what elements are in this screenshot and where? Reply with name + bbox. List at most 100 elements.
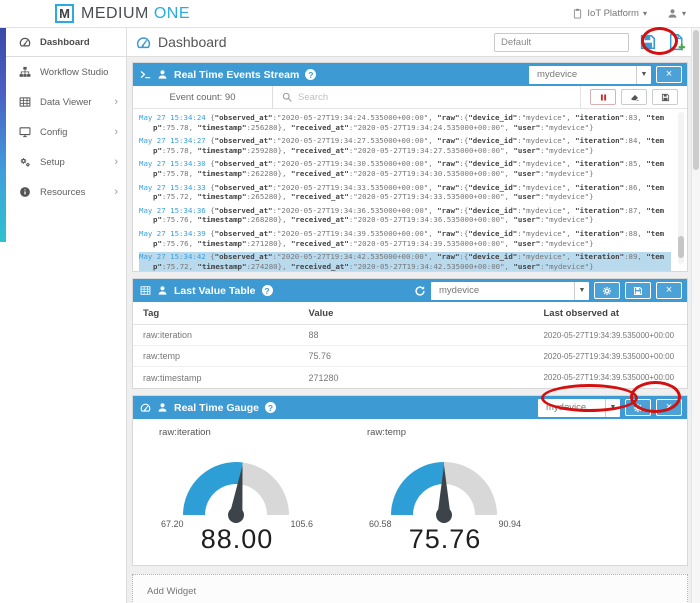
- gauge-raw-temp: raw:temp 60.58 90.94 75.76: [367, 427, 523, 555]
- search-input[interactable]: [298, 91, 571, 103]
- sidebar-item-label: Data Viewer: [40, 96, 92, 108]
- help-icon[interactable]: ?: [305, 69, 317, 80]
- caret-down-icon: ▼: [636, 65, 651, 84]
- log-timestamp: May 27 15:34:36: [139, 205, 206, 215]
- page-scrollbar-thumb[interactable]: [693, 30, 699, 170]
- user-icon: [157, 402, 168, 413]
- sidebar-item-label: Workflow Studio: [40, 66, 109, 78]
- platform-label: IoT Platform: [587, 8, 639, 19]
- close-panel-button[interactable]: ×: [656, 282, 682, 299]
- sidebar-item-label: Resources: [40, 186, 86, 198]
- gauge-max: 105.6: [290, 519, 313, 529]
- table-row[interactable]: raw:temp 75.76 2020-05-27T19:34:39.53500…: [133, 346, 687, 367]
- brand-bar: M MEDIUM ONE IoT Platform ▾ ▾: [0, 0, 700, 28]
- device-select[interactable]: mydevice ▼: [538, 398, 620, 417]
- gauge-max: 90.94: [498, 519, 521, 529]
- save-icon: [661, 93, 670, 102]
- help-icon[interactable]: ?: [261, 285, 273, 296]
- gauge-label: raw:temp: [367, 427, 407, 438]
- caret-down-icon: ▾: [642, 9, 647, 18]
- user-icon: [667, 8, 678, 19]
- sidebar-item-dashboard[interactable]: Dashboard: [0, 28, 126, 57]
- pause-stream-button[interactable]: [590, 89, 616, 105]
- add-widget-label: Add Widget: [147, 586, 197, 597]
- table-row[interactable]: raw:iteration 88 2020-05-27T19:34:39.535…: [133, 325, 687, 346]
- device-select[interactable]: mydevice ▼: [431, 281, 589, 300]
- sidebar: Dashboard Workflow Studio Data Viewer › …: [0, 28, 127, 603]
- brand-name-accent: ONE: [153, 4, 191, 22]
- log-entry[interactable]: May 27 15:34:24 {"observed_at":"2020-05-…: [139, 113, 671, 132]
- add-widget-section: Add Widget: [132, 574, 688, 603]
- user-menu[interactable]: ▾: [667, 8, 686, 19]
- platform-icon: [572, 8, 583, 19]
- device-select[interactable]: mydevice ▼: [529, 65, 651, 84]
- log-entry[interactable]: May 27 15:34:36 {"observed_at":"2020-05-…: [139, 206, 671, 225]
- gauges: raw:iteration 67.20 105.6 88.00 raw:temp…: [133, 419, 687, 565]
- sidebar-item-resources[interactable]: Resources ›: [0, 177, 126, 207]
- table-row[interactable]: raw:timestamp 271280 2020-05-27T19:34:39…: [133, 367, 687, 388]
- cell-last-observed: 2020-05-27T19:34:39.535000+00:00: [543, 330, 675, 340]
- platform-menu[interactable]: IoT Platform ▾: [572, 8, 647, 19]
- log-entry[interactable]: May 27 15:34:42 {"observed_at":"2020-05-…: [139, 252, 671, 271]
- page-scrollbar[interactable]: [691, 28, 700, 603]
- close-panel-button[interactable]: ×: [656, 66, 682, 83]
- sitemap-icon: [19, 66, 31, 78]
- log-json: {"observed_at":"2020-05-27T19:34:24.5350…: [153, 113, 665, 132]
- cell-last-observed: 2020-05-27T19:34:39.535000+00:00: [543, 351, 675, 361]
- gauge-min: 67.20: [161, 519, 184, 529]
- gauge-raw-iteration: raw:iteration 67.20 105.6 88.00: [159, 427, 315, 555]
- log-timestamp: May 27 15:34:27: [139, 136, 206, 146]
- log-timestamp: May 27 15:34:33: [139, 182, 206, 192]
- chevron-right-icon: ›: [114, 95, 118, 108]
- dashboard-name-input[interactable]: [494, 32, 629, 52]
- last-value-table-panel: Last Value Table ? mydevice ▼ × Tag Valu…: [132, 278, 688, 389]
- close-panel-button[interactable]: ×: [656, 399, 682, 416]
- cell-value: 75.76: [308, 351, 332, 361]
- events-toolbar: Event count: 90: [133, 85, 687, 109]
- settings-button[interactable]: [625, 399, 651, 416]
- sidebar-item-workflow-studio[interactable]: Workflow Studio: [0, 57, 126, 87]
- sidebar-item-setup[interactable]: Setup ›: [0, 147, 126, 177]
- clear-stream-button[interactable]: [621, 89, 647, 105]
- col-tag: Tag: [143, 307, 160, 319]
- settings-button[interactable]: [594, 282, 620, 299]
- user-icon: [157, 69, 168, 80]
- medium-one-logo: M MEDIUM ONE: [55, 4, 190, 23]
- search-icon: [282, 92, 292, 102]
- save-dashboard-icon[interactable]: [639, 33, 657, 51]
- log-entry[interactable]: May 27 15:34:39 {"observed_at":"2020-05-…: [139, 229, 671, 248]
- log-entry[interactable]: May 27 15:34:30 {"observed_at":"2020-05-…: [139, 159, 671, 178]
- eraser-icon: [630, 93, 639, 102]
- gauge-icon: [140, 402, 151, 413]
- cell-tag: raw:timestamp: [143, 372, 202, 383]
- panel-title: Real Time Events Stream: [174, 68, 300, 81]
- chevron-right-icon: ›: [114, 155, 118, 168]
- user-icon: [157, 285, 168, 296]
- desktop-icon: [19, 126, 31, 138]
- caret-down-icon: ▾: [681, 9, 686, 18]
- log-entry[interactable]: May 27 15:34:33 {"observed_at":"2020-05-…: [139, 183, 671, 202]
- log-entry[interactable]: May 27 15:34:27 {"observed_at":"2020-05-…: [139, 136, 671, 155]
- log-scrollbar[interactable]: [678, 112, 684, 264]
- logo-m-icon: M: [55, 4, 74, 23]
- save-stream-button[interactable]: [652, 89, 678, 105]
- save-widget-button[interactable]: [625, 282, 651, 299]
- gear-icon: [633, 403, 643, 413]
- dashboard-titlebar: Dashboard: [127, 28, 700, 57]
- device-select-value: mydevice: [546, 402, 587, 413]
- gauge-label: raw:iteration: [159, 427, 211, 438]
- events-log[interactable]: May 27 15:34:24 {"observed_at":"2020-05-…: [133, 109, 687, 271]
- sidebar-item-config[interactable]: Config ›: [0, 117, 126, 147]
- col-last-observed: Last observed at: [543, 307, 619, 319]
- tachometer-icon: [19, 36, 31, 48]
- sidebar-item-data-viewer[interactable]: Data Viewer ›: [0, 87, 126, 117]
- table-body: raw:iteration 88 2020-05-27T19:34:39.535…: [133, 325, 687, 388]
- refresh-icon[interactable]: [414, 285, 426, 297]
- cogs-icon: [19, 156, 31, 168]
- panel-title: Real Time Gauge: [174, 401, 260, 414]
- pause-icon: [599, 93, 608, 102]
- log-scrollbar-thumb[interactable]: [678, 236, 684, 258]
- help-icon[interactable]: ?: [265, 402, 277, 413]
- dashboard-icon: [136, 35, 151, 50]
- add-dashboard-icon[interactable]: [667, 33, 686, 52]
